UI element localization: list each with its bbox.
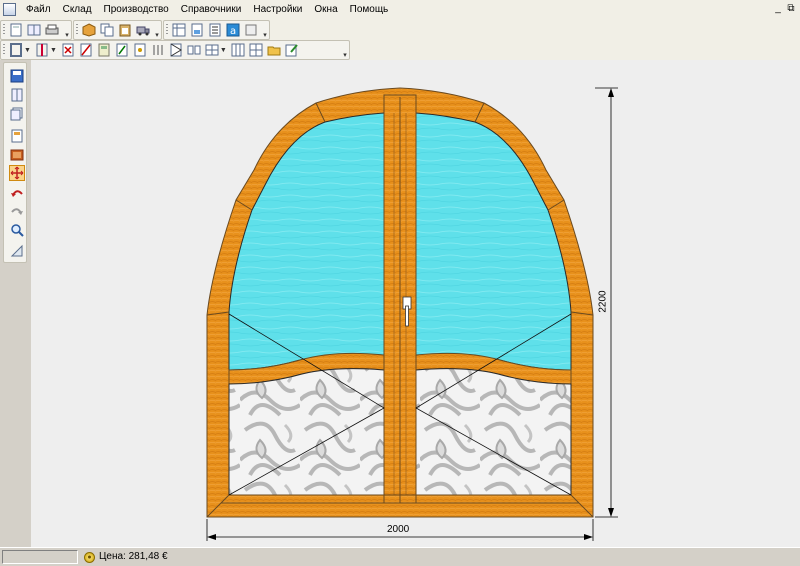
toolbar-row-2: ▼ ▼ ▼ ▾	[0, 40, 800, 60]
cut-icon[interactable]	[78, 42, 94, 58]
toolbar-file: ▾	[0, 20, 72, 40]
menu-warehouse[interactable]: Склад	[57, 0, 98, 19]
align-icon[interactable]	[150, 42, 166, 58]
frame-icon[interactable]	[8, 42, 24, 58]
app-icon[interactable]	[3, 3, 16, 16]
measure-icon[interactable]	[9, 243, 25, 259]
left-toolbar	[3, 62, 27, 263]
mullion-icon[interactable]	[34, 42, 50, 58]
menu-file[interactable]: Файл	[20, 0, 57, 19]
menu-settings[interactable]: Настройки	[247, 0, 308, 19]
frame-view-icon[interactable]	[9, 87, 25, 103]
delete-icon[interactable]	[60, 42, 76, 58]
list-icon[interactable]	[207, 22, 223, 38]
box-icon[interactable]	[81, 22, 97, 38]
folder-icon[interactable]	[266, 42, 282, 58]
toolbar-references: a ▾	[163, 20, 270, 40]
toolbar-warehouse: ▾	[73, 20, 162, 40]
redo-icon[interactable]	[9, 203, 25, 219]
edit-icon[interactable]	[284, 42, 300, 58]
svg-text:a: a	[230, 26, 236, 37]
grid2-icon[interactable]	[248, 42, 264, 58]
merge-icon[interactable]	[186, 42, 202, 58]
status-cell-empty	[2, 550, 78, 564]
toolbar-overflow-icon[interactable]: ▾	[341, 41, 349, 59]
table-icon[interactable]	[171, 22, 187, 38]
text-a-icon[interactable]: a	[225, 22, 241, 38]
move-icon[interactable]	[9, 165, 25, 181]
window-drawing[interactable]	[31, 60, 800, 547]
doc-icon[interactable]	[189, 22, 205, 38]
save-icon[interactable]	[9, 68, 25, 84]
chevron-down-icon[interactable]: ▼	[220, 47, 227, 54]
zoom-icon[interactable]	[9, 222, 25, 238]
right-top-glass[interactable]	[415, 112, 572, 371]
right-bottom-glass[interactable]	[415, 368, 572, 496]
menu-production[interactable]: Производство	[98, 0, 175, 19]
grid-icon[interactable]	[26, 22, 42, 38]
print-icon[interactable]	[44, 22, 60, 38]
copy-icon[interactable]	[99, 22, 115, 38]
menu-references[interactable]: Справочники	[175, 0, 248, 19]
toolbar-overflow-icon[interactable]: ▾	[153, 21, 161, 39]
height-dimension-label: 2200	[597, 290, 609, 313]
profile-icon[interactable]	[114, 42, 130, 58]
menu-bar: Файл Склад Производство Справочники Наст…	[0, 0, 800, 20]
export-icon[interactable]	[243, 22, 259, 38]
restore-button[interactable]: ⧉	[785, 2, 797, 16]
paste-icon[interactable]	[117, 22, 133, 38]
chevron-down-icon[interactable]: ▼	[50, 47, 57, 54]
toolbar-overflow-icon[interactable]: ▾	[261, 21, 269, 39]
width-dimension-label: 2000	[387, 524, 410, 535]
price-label: Цена: 281,48 €	[99, 551, 168, 562]
undo-icon[interactable]	[9, 185, 25, 201]
truck-icon[interactable]	[135, 22, 151, 38]
hardware-icon[interactable]	[132, 42, 148, 58]
coin-icon: ●	[84, 551, 95, 563]
layers-icon[interactable]	[9, 106, 25, 122]
grid-icon[interactable]	[230, 42, 246, 58]
toolbar-row-1: ▾ ▾ a ▾	[0, 19, 800, 40]
chevron-down-icon[interactable]: ▼	[24, 47, 31, 54]
status-bar: ● Цена: 281,48 €	[0, 547, 800, 566]
split-icon[interactable]	[204, 42, 220, 58]
left-top-glass[interactable]	[228, 112, 385, 371]
left-bottom-glass[interactable]	[228, 368, 385, 496]
menu-windows[interactable]: Окна	[308, 0, 343, 19]
toolbar-overflow-icon[interactable]: ▾	[63, 21, 71, 39]
calc-icon[interactable]	[96, 42, 112, 58]
toolbar-construction: ▼ ▼ ▼ ▾	[0, 40, 350, 60]
minimize-button[interactable]: _	[772, 2, 784, 16]
color-icon[interactable]	[9, 147, 25, 163]
menu-help[interactable]: Помощь	[344, 0, 395, 19]
sash-icon[interactable]	[168, 42, 184, 58]
drawing-canvas[interactable]: 2200 2000	[31, 60, 800, 547]
new-file-icon[interactable]	[8, 22, 24, 38]
price-display: ● Цена: 281,48 €	[84, 550, 168, 564]
report-icon[interactable]	[9, 128, 25, 144]
